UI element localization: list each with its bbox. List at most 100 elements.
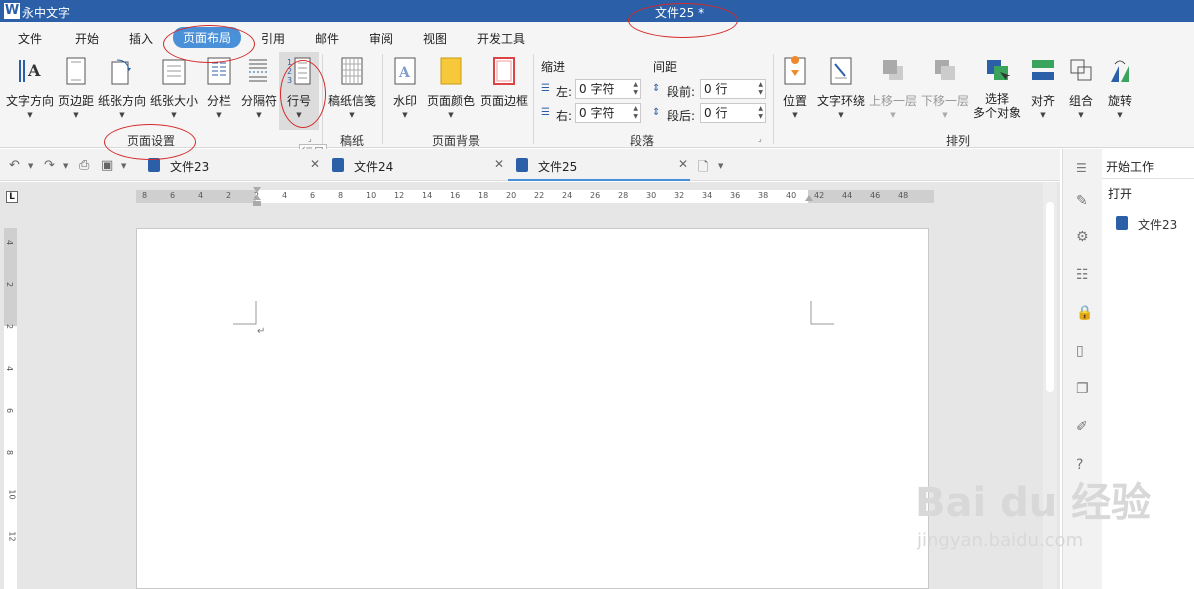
svg-text:3: 3 xyxy=(287,76,292,85)
scrollbar-thumb[interactable] xyxy=(1046,202,1054,392)
print-preview-icon[interactable]: ⎙ xyxy=(79,158,89,173)
align-button[interactable]: 对齐 ▼ xyxy=(1027,56,1059,119)
document-icon xyxy=(1116,216,1128,230)
orientation-button[interactable]: 纸张方向 ▼ xyxy=(98,56,146,119)
crop-mark-top-right xyxy=(810,301,834,325)
indent-right-icon: ☰ xyxy=(541,107,550,118)
paragraph-group-label: 段落 xyxy=(630,134,655,148)
svg-text:A: A xyxy=(398,65,411,81)
horizontal-ruler[interactable]: 8 6 4 2 2 4 6 8 10 12 14 16 18 20 22 24 26 28 30 32 34 36 38 40… xyxy=(136,187,934,206)
save-dropdown-icon[interactable]: ▼ xyxy=(121,162,126,170)
line-numbers-icon: 123 xyxy=(287,57,311,85)
edit-icon[interactable]: ✐ xyxy=(1076,419,1088,435)
ruler-tick-label: 4 xyxy=(198,191,204,200)
manuscript-icon xyxy=(341,57,363,85)
columns-icon xyxy=(207,57,231,85)
tab-stop-selector[interactable]: L xyxy=(6,191,18,203)
undo-icon[interactable]: ↶ xyxy=(9,158,20,173)
line-numbers-button[interactable]: 123 行号 ▼ xyxy=(279,52,319,130)
new-document-dropdown-icon[interactable]: ▼ xyxy=(718,162,723,170)
indent-left-input[interactable]: 0 字符 ▲ ▼ xyxy=(575,79,641,99)
menu-developer[interactable]: 开发工具 xyxy=(477,30,525,47)
menu-mailings[interactable]: 邮件 xyxy=(315,30,339,47)
bookmark-icon[interactable]: ▯ xyxy=(1076,343,1084,359)
columns-button[interactable]: 分栏 ▼ xyxy=(203,56,235,119)
indent-marker-icon[interactable] xyxy=(252,187,262,207)
spacing-after-input[interactable]: 0 行 ▲ ▼ xyxy=(700,103,766,123)
ruler-tick-label: 10 xyxy=(366,191,377,200)
ruler-tick-label: 42 xyxy=(814,191,825,200)
redo-dropdown-icon[interactable]: ▼ xyxy=(63,162,68,170)
menu-bar: 文件 开始 插入 页面布局 引用 邮件 审阅 视图 开发工具 xyxy=(0,22,1194,50)
title-bar: W 永中文字 文件25 * xyxy=(0,0,1194,22)
menu-view[interactable]: 视图 xyxy=(423,30,447,47)
watermark-button[interactable]: A 水印 ▼ xyxy=(388,56,422,119)
settings-sliders-icon[interactable]: ⚙ xyxy=(1076,229,1089,245)
close-icon[interactable]: ✕ xyxy=(494,157,504,171)
pencil-icon[interactable]: ✎ xyxy=(1076,193,1088,209)
page-border-button[interactable]: 页面边框 xyxy=(479,56,529,109)
spacing-before-input[interactable]: 0 行 ▲ ▼ xyxy=(700,79,766,99)
tab-file24[interactable]: 文件24 ✕ xyxy=(332,149,507,181)
send-backward-button[interactable]: 下移一层 ▼ xyxy=(920,56,970,119)
baidu-watermark: Bai du 经验 jingyan.baidu.com xyxy=(915,470,1151,551)
indent-title: 缩进 xyxy=(541,60,566,74)
redo-icon[interactable]: ↷ xyxy=(44,158,55,173)
ruler-tick-label: 22 xyxy=(534,191,545,200)
structure-icon[interactable]: ☷ xyxy=(1076,267,1089,283)
arrange-group-label: 排列 xyxy=(946,134,971,148)
position-button[interactable]: 位置 ▼ xyxy=(779,56,811,119)
manuscript-button[interactable]: 稿纸信笺 ▼ xyxy=(326,56,378,119)
bring-forward-button[interactable]: 上移一层 ▼ xyxy=(868,56,918,119)
rotate-button[interactable]: 旋转 ▼ xyxy=(1104,56,1136,119)
close-icon[interactable]: ✕ xyxy=(310,157,320,171)
paragraph-mark-icon: ↵ xyxy=(257,326,266,337)
margins-button[interactable]: 页边距 ▼ xyxy=(57,56,95,119)
breaks-button[interactable]: 分隔符 ▼ xyxy=(239,56,279,119)
menu-file[interactable]: 文件 xyxy=(18,30,42,47)
paragraph-launcher-icon[interactable]: ⌟ xyxy=(758,134,762,143)
page-color-button[interactable]: 页面颜色 ▼ xyxy=(426,56,476,119)
ruler-tick-label: 10 xyxy=(7,489,17,500)
ruler-tick-label: 8 xyxy=(5,449,15,456)
text-wrap-button[interactable]: 文字环绕 ▼ xyxy=(815,56,867,119)
copy-icon[interactable]: ❐ xyxy=(1076,381,1089,397)
document-page[interactable]: ↵ xyxy=(136,228,929,589)
paper-size-button[interactable]: 纸张大小 ▼ xyxy=(150,56,198,119)
tab-file23[interactable]: 文件23 ✕ xyxy=(148,149,323,181)
ruler-tick-label: 40 xyxy=(786,191,797,200)
lock-icon[interactable]: 🔒 xyxy=(1076,305,1093,321)
menu-references[interactable]: 引用 xyxy=(261,30,285,47)
page-setup-group-label: 页面设置 xyxy=(127,134,176,148)
ruler-tick-label: 14 xyxy=(422,191,433,200)
group-icon xyxy=(1070,59,1092,81)
manuscript-group-label: 稿纸 xyxy=(340,134,365,148)
text-direction-button[interactable]: A 文字方向 ▼ xyxy=(6,56,54,119)
indent-right-input[interactable]: 0 字符 ▲ ▼ xyxy=(575,103,641,123)
tab-file25[interactable]: 文件25 ✕ xyxy=(508,149,690,181)
menu-insert[interactable]: 插入 xyxy=(129,30,153,47)
undo-dropdown-icon[interactable]: ▼ xyxy=(28,162,33,170)
save-icon[interactable]: ▣ xyxy=(101,158,113,173)
menu-page-layout[interactable]: 页面布局 xyxy=(173,27,242,48)
spacing-title: 间距 xyxy=(653,60,678,74)
menu-icon[interactable]: ☰ xyxy=(1076,161,1087,175)
close-icon[interactable]: ✕ xyxy=(678,157,688,171)
menu-review[interactable]: 审阅 xyxy=(369,30,393,47)
vertical-ruler[interactable]: 4 2 2 4 6 8 10 12 xyxy=(4,228,17,589)
crop-mark-top-left xyxy=(233,301,257,325)
ruler-tick-label: 28 xyxy=(618,191,629,200)
document-icon xyxy=(516,158,528,172)
new-document-icon[interactable]: 🗋 xyxy=(698,158,708,180)
ruler-tick-label: 20 xyxy=(506,191,517,200)
recent-file-item[interactable]: 文件23 xyxy=(1116,216,1177,233)
right-indent-marker-icon[interactable] xyxy=(804,195,814,205)
select-objects-icon xyxy=(987,60,1010,80)
bring-forward-icon xyxy=(883,60,903,80)
page-setup-launcher-icon[interactable]: ⌟ xyxy=(308,134,312,143)
app-logo-icon: W xyxy=(4,3,20,19)
menu-home[interactable]: 开始 xyxy=(75,30,99,47)
select-multiple-objects-button[interactable]: 选择 多个对象 xyxy=(972,56,1022,120)
margins-icon xyxy=(66,57,86,85)
group-button[interactable]: 组合 ▼ xyxy=(1065,56,1097,119)
